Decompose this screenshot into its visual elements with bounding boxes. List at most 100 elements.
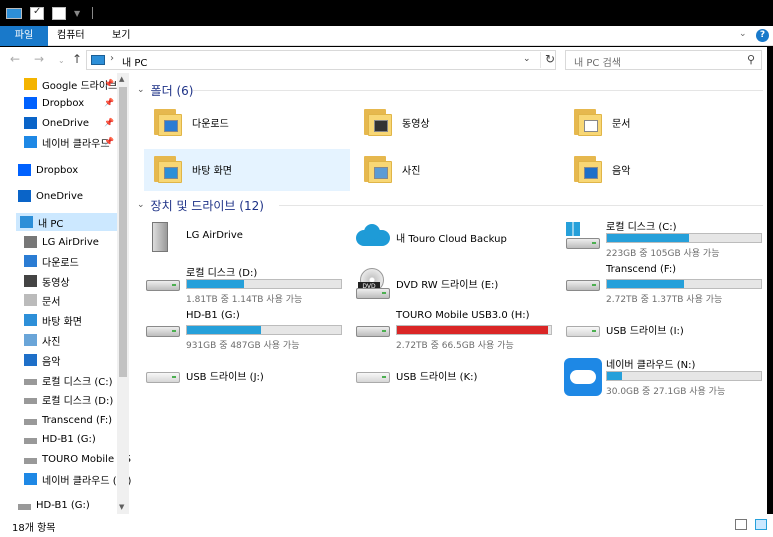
- nav-item-label: 바탕 화면: [42, 316, 82, 328]
- folder-item[interactable]: 동영상: [354, 102, 560, 144]
- drive-item[interactable]: 내 Touro Cloud Backup: [350, 214, 556, 260]
- search-input[interactable]: 내 PC 검색: [574, 54, 621, 69]
- expand-ribbon-icon[interactable]: ⌄: [739, 29, 751, 41]
- picture-icon: [24, 334, 37, 346]
- up-icon[interactable]: ↑: [72, 52, 82, 66]
- pc-icon: [6, 7, 22, 19]
- usage-bar: [606, 279, 762, 289]
- folder-item[interactable]: 사진: [354, 149, 560, 191]
- back-icon[interactable]: ←: [10, 52, 20, 66]
- drive-name: 로컬 디스크 (C:): [606, 222, 677, 233]
- nav-item[interactable]: TOURO Mobile USB3.0 (H:): [24, 450, 131, 468]
- nav-item[interactable]: HD-B1 (G:): [24, 430, 96, 448]
- tab-file[interactable]: 파일: [0, 26, 48, 46]
- nav-item[interactable]: OneDrive: [24, 114, 89, 132]
- nav-item[interactable]: 사진: [24, 331, 60, 349]
- properties-icon[interactable]: [30, 6, 44, 20]
- nav-item[interactable]: 음악: [24, 351, 60, 369]
- breadcrumb-chevron-icon[interactable]: ›: [110, 53, 114, 64]
- nav-item-label: 로컬 디스크 (C:): [42, 376, 113, 388]
- address-dropdown-icon[interactable]: ⌄: [523, 54, 531, 64]
- scroll-up-icon[interactable]: ▲: [119, 75, 124, 83]
- pin-icon: 📌: [104, 98, 114, 107]
- nav-item[interactable]: Dropbox: [24, 94, 84, 112]
- nav-item[interactable]: 문서: [24, 291, 60, 309]
- drive-item[interactable]: HD-B1 (G:) 931GB 중 487GB 사용 가능: [140, 306, 346, 352]
- group-divider: [279, 205, 763, 206]
- tab-view[interactable]: 보기: [112, 26, 130, 46]
- ribbon-tabs: 파일 컴퓨터 보기 ⌄ ?: [0, 26, 773, 46]
- nav-item[interactable]: 내 PC: [16, 213, 117, 231]
- nav-item[interactable]: 로컬 디스크 (C:): [24, 371, 113, 389]
- large-icons-view-icon[interactable]: [755, 519, 767, 530]
- collapse-chevron-icon[interactable]: ⌄: [137, 85, 145, 95]
- nav-item-label: OneDrive: [42, 117, 90, 129]
- usage-bar: [606, 371, 762, 381]
- folder-item[interactable]: 음악: [564, 149, 770, 191]
- free-space: 1.81TB 중 1.14TB 사용 가능: [186, 295, 303, 305]
- nav-item[interactable]: Transcend (F:): [24, 411, 112, 429]
- nav-item[interactable]: 다운로드: [24, 252, 79, 270]
- address-bar[interactable]: › 내 PC ⌄ ↻: [86, 50, 556, 70]
- nav-item[interactable]: 바탕 화면: [24, 311, 82, 329]
- drive-item[interactable]: 네이버 클라우드 (N:) 30.0GB 중 27.1GB 사용 가능: [560, 352, 766, 398]
- scroll-down-icon[interactable]: ▼: [119, 503, 124, 511]
- folder-item[interactable]: 바탕 화면: [144, 149, 350, 191]
- breadcrumb[interactable]: 내 PC: [122, 54, 147, 69]
- folder-item[interactable]: 다운로드: [144, 102, 350, 144]
- drive-item[interactable]: Transcend (F:) 2.72TB 중 1.37TB 사용 가능: [560, 260, 766, 306]
- nav-item-label: 사진: [42, 336, 61, 348]
- nav-item[interactable]: 네이버 클라우드: [24, 133, 110, 151]
- nav-item[interactable]: 네이버 클라우드 (N:): [24, 470, 131, 488]
- nav-item-label: 네이버 클라우드: [42, 138, 110, 150]
- download-folder-icon: [154, 107, 184, 137]
- drive-name: LG AirDrive: [186, 230, 243, 241]
- folder-item[interactable]: 문서: [564, 102, 770, 144]
- group-title: 장치 및 드라이브 (12): [150, 198, 264, 213]
- details-view-icon[interactable]: [735, 519, 747, 530]
- nav-item[interactable]: 동영상: [24, 272, 70, 290]
- nav-item[interactable]: Dropbox: [18, 161, 78, 179]
- dvd-icon: DVD: [354, 266, 392, 300]
- usage-bar: [396, 325, 552, 335]
- pc-icon: [91, 55, 105, 65]
- group-divider: [193, 90, 763, 91]
- drive-item[interactable]: DVD DVD RW 드라이브 (E:): [350, 260, 556, 306]
- drive-name: USB 드라이브 (J:): [186, 372, 264, 383]
- dropbox-icon: [24, 97, 37, 109]
- drive-item[interactable]: 로컬 디스크 (D:) 1.81TB 중 1.14TB 사용 가능: [140, 260, 346, 306]
- forward-icon[interactable]: →: [34, 52, 44, 66]
- music-icon: [24, 354, 37, 366]
- nav-scrollbar[interactable]: ▲ ▼: [117, 73, 129, 514]
- scroll-thumb[interactable]: [119, 87, 127, 377]
- drive-name: 내 Touro Cloud Backup: [396, 234, 507, 245]
- server-icon: [24, 236, 37, 248]
- group-header-folders[interactable]: ⌄ 폴더 (6): [137, 82, 193, 98]
- free-space: 2.72TB 중 66.5GB 사용 가능: [396, 341, 514, 351]
- desktop-folder-icon: [154, 154, 184, 184]
- hdd-icon: [144, 312, 182, 346]
- drive-item[interactable]: USB 드라이브 (K:): [350, 352, 556, 398]
- drive-item[interactable]: LG AirDrive: [140, 214, 346, 260]
- drive-item[interactable]: TOURO Mobile USB3.0 (H:) 2.72TB 중 66.5GB …: [350, 306, 556, 352]
- naver-cloud-icon: [24, 473, 37, 485]
- drive-name: USB 드라이브 (K:): [396, 372, 478, 383]
- group-header-devices[interactable]: ⌄ 장치 및 드라이브 (12): [137, 197, 264, 213]
- drive-item[interactable]: 로컬 디스크 (C:) 223GB 중 105GB 사용 가능: [560, 214, 766, 260]
- customize-dropdown-icon[interactable]: ▼: [74, 9, 80, 18]
- new-folder-icon[interactable]: [52, 6, 66, 20]
- recent-locations-icon[interactable]: ⌄: [58, 56, 65, 65]
- nav-item[interactable]: 로컬 디스크 (D:): [24, 390, 113, 408]
- nav-item[interactable]: OneDrive: [18, 187, 83, 205]
- drive-item[interactable]: USB 드라이브 (I:): [560, 306, 766, 352]
- tab-computer[interactable]: 컴퓨터: [57, 26, 85, 46]
- search-box[interactable]: 내 PC 검색 ⚲: [565, 50, 762, 70]
- refresh-icon[interactable]: ↻: [540, 52, 555, 68]
- search-icon[interactable]: ⚲: [747, 53, 755, 66]
- nav-item[interactable]: LG AirDrive: [24, 233, 99, 251]
- free-space: 223GB 중 105GB 사용 가능: [606, 249, 720, 259]
- nav-item[interactable]: HD-B1 (G:): [18, 496, 90, 514]
- collapse-chevron-icon[interactable]: ⌄: [137, 200, 145, 210]
- help-icon[interactable]: ?: [756, 29, 769, 42]
- drive-item[interactable]: USB 드라이브 (J:): [140, 352, 346, 398]
